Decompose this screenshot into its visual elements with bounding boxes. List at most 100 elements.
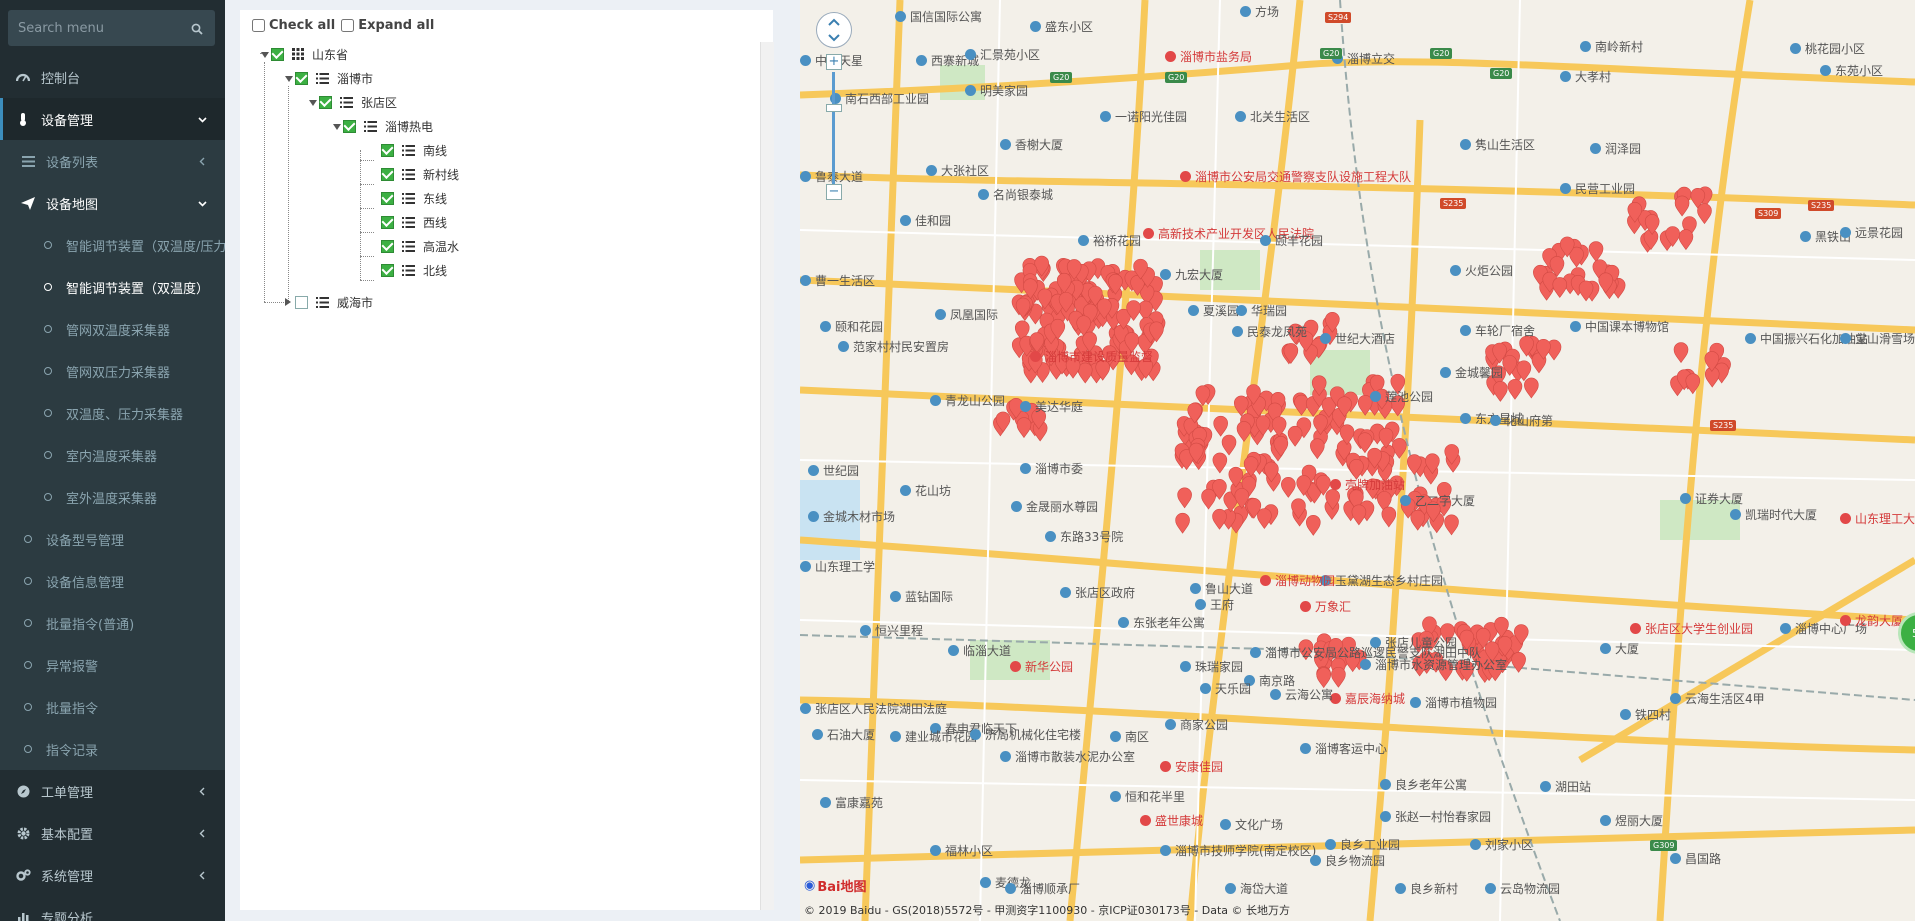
menu-device-list[interactable]: 设备列表 bbox=[0, 140, 225, 182]
menu-system-management[interactable]: 系统管理 bbox=[0, 854, 225, 896]
device-tree-panel: Check all Expand all 山东省 淄博市 张店区 淄博热电 南线… bbox=[240, 10, 774, 910]
zoom-out-button[interactable]: − bbox=[826, 184, 842, 200]
tree-node-zhangdian[interactable]: 张店区 bbox=[309, 92, 397, 112]
menu-device-info-management[interactable]: 设备信息管理 bbox=[0, 560, 225, 602]
device-marker-pin[interactable] bbox=[1281, 477, 1296, 498]
menu-pipe-dual-pressure-collector[interactable]: 管网双压力采集器 bbox=[0, 350, 225, 392]
expand-all-checkbox[interactable] bbox=[341, 19, 355, 32]
menu-pipe-dual-temp-collector[interactable]: 管网双温度采集器 bbox=[0, 308, 225, 350]
zoom-slider-thumb[interactable] bbox=[826, 104, 842, 112]
node-checkbox[interactable] bbox=[381, 215, 394, 229]
device-marker-pin[interactable] bbox=[1511, 651, 1526, 673]
collapse-toggle[interactable] bbox=[309, 95, 319, 109]
device-marker-pin[interactable] bbox=[1234, 395, 1249, 417]
device-marker-pin[interactable] bbox=[1588, 241, 1604, 263]
device-marker-pin[interactable] bbox=[1212, 508, 1227, 530]
tree-node-north-line[interactable]: 北线 bbox=[381, 260, 447, 280]
node-checkbox[interactable] bbox=[319, 95, 332, 109]
menu-temp-pressure-collector[interactable]: 双温度、压力采集器 bbox=[0, 392, 225, 434]
device-marker-pin[interactable] bbox=[1201, 488, 1216, 510]
node-checkbox[interactable] bbox=[381, 167, 394, 181]
search-icon[interactable] bbox=[191, 20, 203, 39]
device-marker-pin[interactable] bbox=[1685, 373, 1701, 395]
device-marker-pin[interactable] bbox=[1212, 452, 1228, 474]
device-markers[interactable] bbox=[800, 0, 1915, 921]
tree-scrollbar[interactable] bbox=[760, 42, 774, 910]
tree-node-zibo[interactable]: 淄博市 bbox=[285, 68, 373, 88]
menu-topic-analysis[interactable]: 专题分析 bbox=[0, 896, 225, 921]
device-marker-pin[interactable] bbox=[1378, 427, 1394, 449]
device-marker-pin[interactable] bbox=[1316, 667, 1331, 689]
menu-dashboard[interactable]: 控制台 bbox=[0, 56, 225, 98]
node-checkbox[interactable] bbox=[381, 191, 394, 205]
tree-node-west-line[interactable]: 西线 bbox=[381, 212, 447, 232]
device-marker-pin[interactable] bbox=[1552, 277, 1568, 298]
expand-toggle[interactable] bbox=[285, 295, 295, 309]
device-marker-pin[interactable] bbox=[1310, 438, 1325, 460]
zoom-track[interactable] bbox=[832, 72, 835, 184]
tree-node-xincun-line[interactable]: 新村线 bbox=[381, 164, 459, 184]
device-marker-pin[interactable] bbox=[1673, 342, 1689, 364]
check-all-checkbox[interactable] bbox=[252, 19, 265, 32]
device-marker-pin[interactable] bbox=[1493, 381, 1508, 402]
device-marker-pin[interactable] bbox=[1236, 421, 1252, 442]
node-checkbox[interactable] bbox=[343, 119, 356, 133]
device-marker-pin[interactable] bbox=[1213, 415, 1228, 437]
device-marker-pin[interactable] bbox=[1305, 515, 1321, 536]
menu-batch-command[interactable]: 批量指令 bbox=[0, 686, 225, 728]
device-marker-pin[interactable] bbox=[1392, 438, 1407, 459]
collapse-toggle[interactable] bbox=[261, 47, 271, 61]
map-pan-control[interactable] bbox=[816, 12, 852, 48]
device-marker-pin[interactable] bbox=[1287, 425, 1303, 447]
node-checkbox[interactable] bbox=[295, 71, 308, 85]
device-marker-pin[interactable] bbox=[1507, 378, 1523, 400]
menu-batch-command-normal[interactable]: 批量指令(普通) bbox=[0, 602, 225, 644]
map-zoom-control[interactable]: + − bbox=[826, 54, 842, 204]
menu-device-management[interactable]: 设备管理 bbox=[0, 98, 225, 140]
menu-device-model-management[interactable]: 设备型号管理 bbox=[0, 518, 225, 560]
check-all-label[interactable]: Check all bbox=[252, 18, 335, 33]
device-marker-pin[interactable] bbox=[1410, 509, 1426, 531]
menu-smart-regulator-temp-pressure[interactable]: 智能调节装置（双温度/压力） bbox=[0, 224, 225, 266]
search-input[interactable] bbox=[8, 10, 183, 46]
device-marker-pin[interactable] bbox=[1221, 434, 1237, 456]
menu-work-order-management[interactable]: 工单管理 bbox=[0, 770, 225, 812]
node-checkbox[interactable] bbox=[381, 143, 394, 157]
device-marker-pin[interactable] bbox=[1283, 343, 1299, 364]
collapse-toggle[interactable] bbox=[333, 119, 343, 133]
device-marker-pin[interactable] bbox=[1697, 203, 1712, 225]
device-marker-pin[interactable] bbox=[1678, 229, 1694, 251]
expand-all-label[interactable]: Expand all bbox=[341, 18, 434, 33]
tree-node-shandong[interactable]: 山东省 bbox=[261, 44, 348, 64]
menu-command-record[interactable]: 指令记录 bbox=[0, 728, 225, 770]
menu-indoor-temp-collector[interactable]: 室内温度采集器 bbox=[0, 434, 225, 476]
menu-abnormal-alarm[interactable]: 异常报警 bbox=[0, 644, 225, 686]
device-marker-pin[interactable] bbox=[1257, 508, 1272, 530]
device-marker-pin[interactable] bbox=[1351, 504, 1367, 526]
node-checkbox[interactable] bbox=[271, 47, 284, 61]
menu-outdoor-temp-collector[interactable]: 室外温度采集器 bbox=[0, 476, 225, 518]
node-checkbox[interactable] bbox=[381, 239, 394, 253]
device-marker-pin[interactable] bbox=[1177, 487, 1192, 509]
device-marker-pin[interactable] bbox=[1381, 506, 1397, 528]
node-checkbox[interactable] bbox=[381, 263, 394, 277]
tree-node-weihai[interactable]: 威海市 bbox=[285, 292, 373, 312]
device-marker-pin[interactable] bbox=[1077, 362, 1093, 384]
menu-basic-config[interactable]: 基本配置 bbox=[0, 812, 225, 854]
node-checkbox[interactable] bbox=[295, 295, 308, 309]
device-marker-pin[interactable] bbox=[1331, 666, 1346, 688]
device-map[interactable]: 国信国际公寓盛东小区淄博市盐务局方场桃花园小区南岭新村东苑小区中房天星西寨新城汇… bbox=[800, 0, 1915, 921]
device-marker-pin[interactable] bbox=[1016, 417, 1032, 439]
menu-smart-regulator-dual-temp[interactable]: 智能调节装置（双温度） bbox=[0, 266, 225, 308]
zoom-in-button[interactable]: + bbox=[826, 54, 842, 70]
tree-node-east-line[interactable]: 东线 bbox=[381, 188, 447, 208]
device-marker-pin[interactable] bbox=[1524, 377, 1539, 399]
collapse-toggle[interactable] bbox=[285, 71, 295, 85]
tree-node-high-temp-water[interactable]: 高温水 bbox=[381, 236, 459, 256]
device-marker-pin[interactable] bbox=[1444, 514, 1459, 536]
device-marker-pin[interactable] bbox=[1674, 195, 1690, 217]
tree-node-south-line[interactable]: 南线 bbox=[381, 140, 447, 160]
device-marker-pin[interactable] bbox=[1175, 512, 1190, 534]
tree-node-zibo-thermal[interactable]: 淄博热电 bbox=[333, 116, 433, 136]
menu-device-map[interactable]: 设备地图 bbox=[0, 182, 225, 224]
